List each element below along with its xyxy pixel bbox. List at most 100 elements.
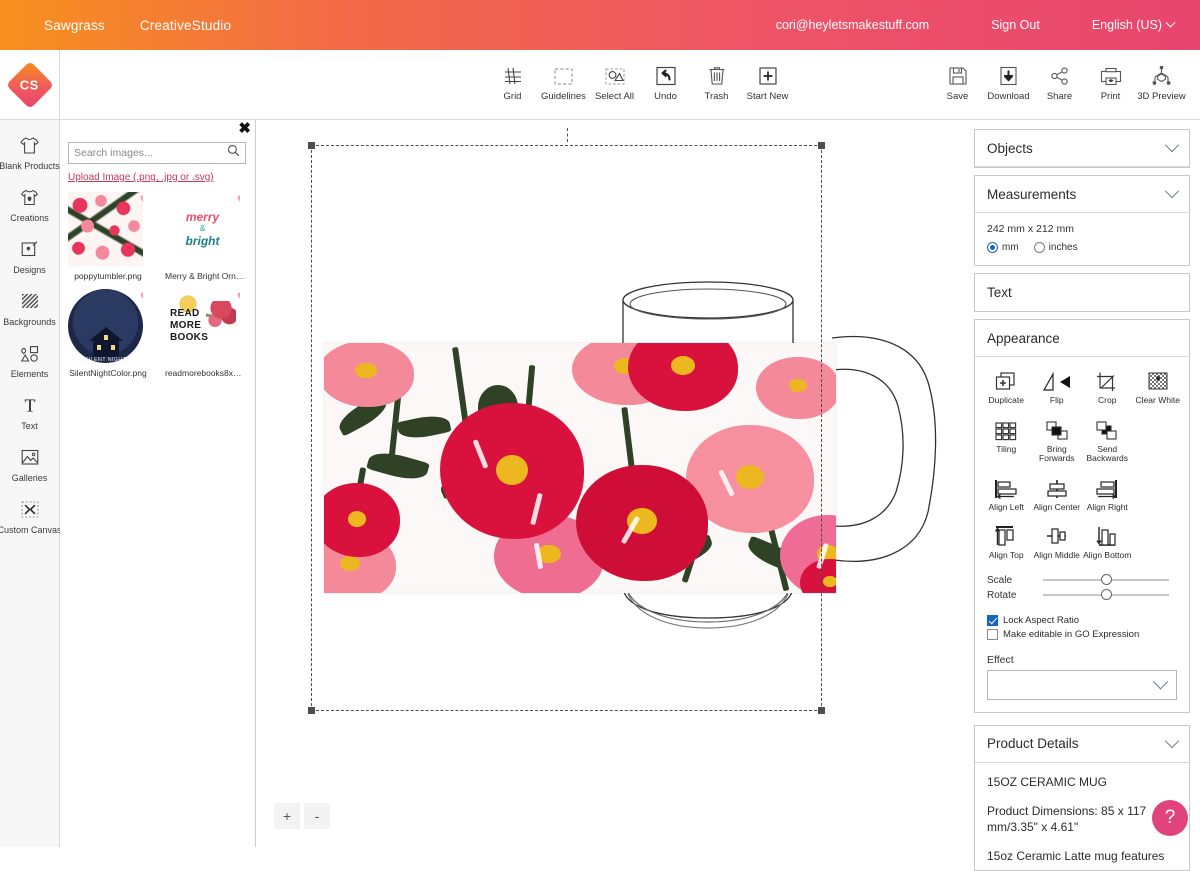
go-expression-checkbox[interactable] bbox=[987, 628, 998, 640]
duplicate-icon bbox=[994, 367, 1018, 393]
align-left-button[interactable]: Align Left bbox=[981, 474, 1032, 513]
left-icon-rail: Blank Products Creations Designs Backgro… bbox=[0, 120, 62, 847]
clear-white-button[interactable]: Clear White bbox=[1133, 367, 1184, 406]
accordion-product-details[interactable]: Product Details bbox=[975, 726, 1189, 763]
search-input[interactable] bbox=[74, 147, 227, 159]
align-bottom-button[interactable]: Align Bottom bbox=[1082, 522, 1133, 561]
lock-aspect-checkbox[interactable] bbox=[987, 614, 998, 626]
go-expression-row[interactable]: Make editable in GO Expression bbox=[975, 628, 1189, 640]
tool-start-new[interactable]: Start New bbox=[742, 62, 793, 102]
help-button[interactable]: ? bbox=[1152, 800, 1188, 836]
list-item[interactable]: ♥ poppytumbler.png bbox=[68, 192, 151, 281]
tool-start-new-label: Start New bbox=[746, 91, 789, 102]
appearance-row-2: Tiling Bring Forwards Send Backwards bbox=[981, 416, 1183, 464]
tool-select-all[interactable]: Select All bbox=[589, 62, 640, 102]
brand-sawgrass-link[interactable]: Sawgrass bbox=[44, 18, 105, 33]
search-icon[interactable] bbox=[227, 144, 240, 162]
align-top-button[interactable]: Align Top bbox=[981, 522, 1032, 561]
sidebar-item-creations[interactable]: Creations bbox=[0, 186, 59, 223]
list-item[interactable]: merry & bright ♥ Merry & Bright Ornam... bbox=[165, 192, 248, 281]
shapes-icon bbox=[19, 342, 41, 364]
send-backwards-button[interactable]: Send Backwards bbox=[1082, 416, 1133, 464]
lock-aspect-row[interactable]: Lock Aspect Ratio bbox=[975, 614, 1189, 626]
accordion-objects[interactable]: Objects bbox=[975, 130, 1189, 167]
close-icon[interactable]: ✖ bbox=[238, 121, 251, 136]
tiling-button[interactable]: Tiling bbox=[981, 416, 1032, 464]
rotate-slider-knob[interactable] bbox=[1101, 589, 1112, 600]
tool-undo[interactable]: Undo bbox=[640, 62, 691, 102]
thumbnail-image[interactable]: ♥ bbox=[68, 192, 143, 266]
rotate-handle-stem[interactable] bbox=[566, 128, 568, 142]
upload-image-link[interactable]: Upload Image (.png, .jpg or .svg) bbox=[68, 172, 214, 183]
app-logo-cell[interactable]: CS bbox=[0, 50, 60, 120]
radio-inches[interactable] bbox=[1033, 242, 1045, 253]
language-selector[interactable]: English (US) bbox=[1092, 17, 1176, 32]
appearance-row-1: Duplicate Flip Crop Clear White bbox=[981, 367, 1183, 406]
tiling-label: Tiling bbox=[996, 443, 1017, 454]
chevron-down-icon bbox=[1164, 184, 1180, 199]
tool-share[interactable]: Share bbox=[1034, 62, 1085, 102]
tool-print-label: Print bbox=[1100, 91, 1121, 102]
resize-handle-bottom-right[interactable] bbox=[818, 707, 825, 714]
favorite-heart-icon[interactable]: ♥ bbox=[237, 289, 240, 307]
favorite-heart-icon[interactable]: ♥ bbox=[237, 192, 240, 210]
favorite-heart-icon[interactable]: ♥ bbox=[140, 192, 143, 210]
tool-print[interactable]: Print bbox=[1085, 62, 1136, 102]
tool-trash[interactable]: Trash bbox=[691, 62, 742, 102]
accordion-measurements[interactable]: Measurements bbox=[975, 176, 1189, 213]
tool-select-all-label: Select All bbox=[594, 91, 635, 102]
search-images-field[interactable] bbox=[68, 142, 246, 164]
tool-3d-preview[interactable]: 3D Preview bbox=[1136, 62, 1187, 102]
rotate-label: Rotate bbox=[987, 589, 1017, 601]
resize-handle-top-right[interactable] bbox=[818, 142, 825, 149]
align-bottom-icon bbox=[1094, 522, 1120, 548]
scale-label: Scale bbox=[987, 574, 1013, 586]
bring-forwards-button[interactable]: Bring Forwards bbox=[1032, 416, 1083, 464]
canvas-zoom-controls: + - bbox=[274, 803, 330, 829]
thumbnail-image[interactable]: READ MORE BOOKS ♥ bbox=[165, 289, 240, 363]
svg-text:T: T bbox=[24, 396, 35, 416]
sidebar-item-galleries[interactable]: Galleries bbox=[0, 446, 59, 483]
resize-handle-bottom-left[interactable] bbox=[308, 707, 315, 714]
design-canvas[interactable]: + - bbox=[256, 120, 970, 847]
scale-slider[interactable] bbox=[1043, 574, 1169, 585]
duplicate-button[interactable]: Duplicate bbox=[981, 367, 1032, 406]
brand-creativestudio-link[interactable]: CreativeStudio bbox=[140, 18, 231, 33]
align-right-label: Align Right bbox=[1086, 501, 1128, 512]
sidebar-item-backgrounds[interactable]: Backgrounds bbox=[0, 290, 59, 327]
sidebar-item-elements[interactable]: Elements bbox=[0, 342, 59, 379]
align-center-button[interactable]: Align Center bbox=[1032, 474, 1083, 513]
zoom-out-button[interactable]: - bbox=[304, 803, 330, 829]
sidebar-item-custom-canvas[interactable]: Custom Canvas bbox=[0, 498, 62, 535]
accordion-text[interactable]: Text bbox=[975, 274, 1189, 311]
go-expression-label: Make editable in GO Expression bbox=[1003, 628, 1140, 640]
scale-slider-knob[interactable] bbox=[1101, 574, 1112, 585]
zoom-in-button[interactable]: + bbox=[274, 803, 300, 829]
selection-bounding-box[interactable] bbox=[308, 128, 825, 714]
radio-inches-label: inches bbox=[1048, 242, 1078, 253]
accordion-appearance[interactable]: Appearance bbox=[975, 320, 1189, 357]
sidebar-item-designs[interactable]: Designs bbox=[0, 238, 59, 275]
tool-grid-label: Grid bbox=[503, 91, 522, 102]
flip-button[interactable]: Flip bbox=[1032, 367, 1083, 406]
thumbnail-image[interactable]: merry & bright ♥ bbox=[165, 192, 240, 266]
resize-handle-top-left[interactable] bbox=[308, 142, 315, 149]
product-description: 15oz Ceramic Latte mug features bbox=[987, 848, 1165, 863]
effect-dropdown[interactable] bbox=[987, 669, 1177, 700]
rotate-slider[interactable] bbox=[1043, 589, 1169, 600]
sign-out-button[interactable]: Sign Out bbox=[991, 18, 1040, 32]
tool-download[interactable]: Download bbox=[983, 62, 1034, 102]
favorite-heart-icon[interactable]: ♥ bbox=[140, 289, 143, 307]
tool-save[interactable]: Save bbox=[932, 62, 983, 102]
align-middle-button[interactable]: Align Middle bbox=[1032, 522, 1083, 561]
tool-grid[interactable]: Grid bbox=[487, 62, 538, 102]
sidebar-item-text[interactable]: T Text bbox=[0, 394, 59, 432]
tool-guidelines[interactable]: Guidelines bbox=[538, 62, 589, 102]
list-item[interactable]: SILENT NIGHT ♥ SilentNightColor.png bbox=[68, 289, 151, 378]
thumbnail-image[interactable]: SILENT NIGHT ♥ bbox=[68, 289, 143, 363]
align-right-button[interactable]: Align Right bbox=[1082, 474, 1133, 513]
list-item[interactable]: READ MORE BOOKS ♥ readmorebooks8x10.jpg bbox=[165, 289, 248, 378]
sidebar-item-blank-products[interactable]: Blank Products bbox=[0, 134, 60, 171]
radio-mm[interactable] bbox=[987, 242, 998, 253]
crop-button[interactable]: Crop bbox=[1082, 367, 1133, 406]
